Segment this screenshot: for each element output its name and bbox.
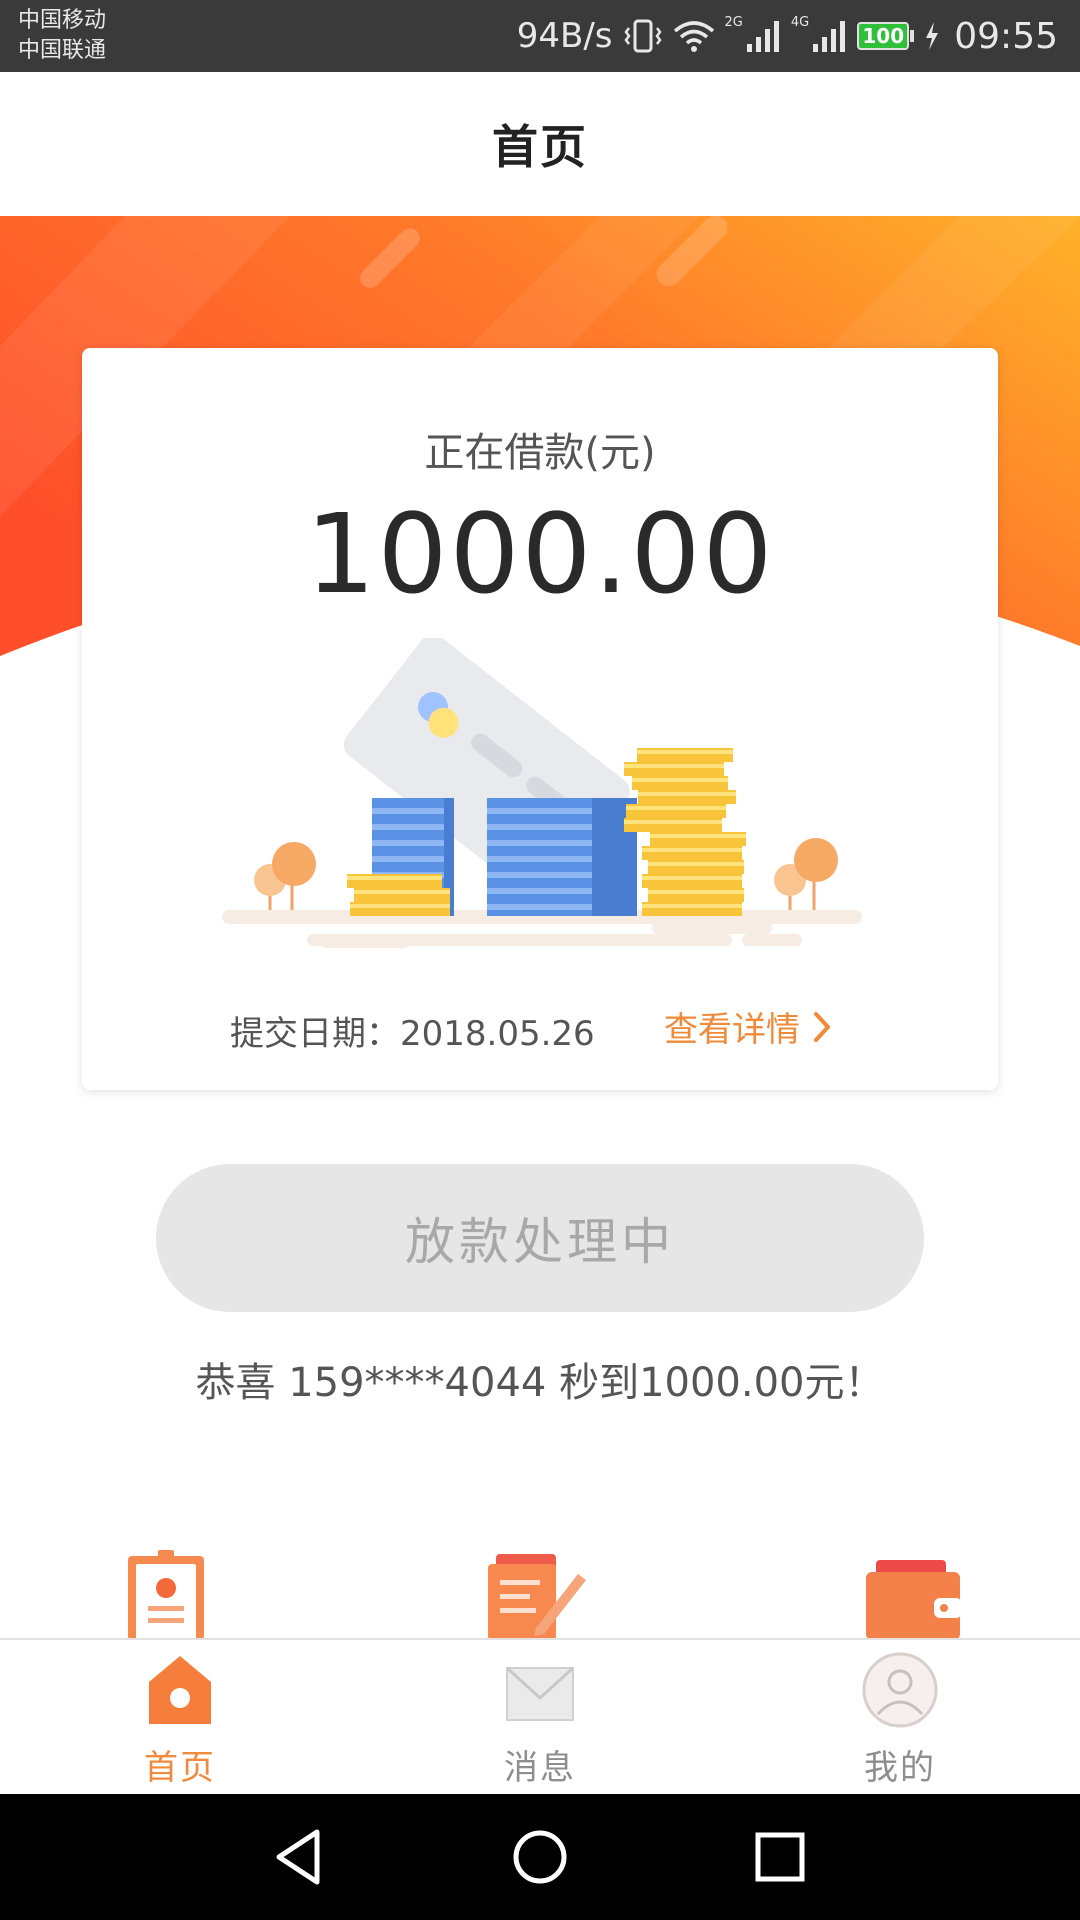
wallet-icon bbox=[866, 1560, 962, 1640]
view-details-link[interactable]: 查看详情 bbox=[664, 1002, 832, 1051]
back-icon[interactable] bbox=[265, 1824, 335, 1890]
nav-messages[interactable]: 消息 bbox=[440, 1640, 640, 1796]
bottom-nav: 首页 消息 我的 bbox=[0, 1638, 1080, 1794]
app-screen: 中国移动 中国联通 94B/s 2G 4G 100 09:55 首页 正在借款(… bbox=[0, 0, 1080, 1920]
carrier-1: 中国移动 bbox=[18, 8, 107, 33]
status-indicators: 94B/s 2G 4G 100 09:55 bbox=[517, 0, 1058, 72]
loan-card: 正在借款(元) 1000.00 提交日期：2018.05.26 查看详情 bbox=[82, 348, 998, 1090]
home-circle-icon[interactable] bbox=[505, 1824, 575, 1890]
status-bar: 中国移动 中国联通 94B/s 2G 4G 100 09:55 bbox=[0, 0, 1080, 72]
view-details-label: 查看详情 bbox=[664, 1010, 800, 1050]
id-card-icon bbox=[128, 1550, 204, 1640]
charging-icon bbox=[926, 22, 939, 50]
wifi-icon bbox=[673, 21, 714, 52]
page-title: 首页 bbox=[492, 120, 588, 174]
recents-icon[interactable] bbox=[745, 1824, 815, 1890]
loan-label: 正在借款(元) bbox=[424, 430, 656, 476]
carrier-names: 中国移动 中国联通 bbox=[18, 6, 106, 66]
mail-icon bbox=[505, 1666, 575, 1721]
loan-amount: 1000.00 bbox=[305, 490, 775, 618]
nav-profile[interactable]: 我的 bbox=[800, 1640, 1000, 1796]
nav-messages-label: 消息 bbox=[504, 1748, 576, 1788]
nav-home[interactable]: 首页 bbox=[80, 1640, 280, 1796]
user-icon bbox=[862, 1652, 938, 1728]
signal-icon-2 bbox=[813, 21, 846, 52]
vibrate-icon bbox=[623, 19, 662, 53]
submit-date: 提交日期：2018.05.26 bbox=[230, 1014, 595, 1054]
clock: 09:55 bbox=[954, 15, 1058, 57]
money-illustration bbox=[222, 638, 862, 948]
loan-status-button[interactable]: 放款处理中 bbox=[156, 1164, 924, 1312]
network-speed: 94B/s bbox=[516, 16, 613, 56]
chevron-right-icon bbox=[814, 1011, 830, 1042]
nav-profile-label: 我的 bbox=[864, 1748, 936, 1788]
battery-icon: 100 bbox=[857, 22, 915, 50]
network-2g-label: 2G bbox=[724, 14, 743, 30]
network-4g-label: 4G bbox=[790, 14, 810, 30]
system-nav-bar bbox=[0, 1794, 1080, 1920]
signal-icon bbox=[746, 21, 779, 52]
carrier-2: 中国联通 bbox=[18, 38, 107, 63]
congrats-notice: 恭喜 159****4044 秒到1000.00元！ bbox=[195, 1360, 885, 1406]
title-bar: 首页 bbox=[0, 72, 1080, 216]
battery-level: 100 bbox=[857, 22, 910, 50]
battery-tip bbox=[910, 30, 915, 42]
home-icon bbox=[149, 1656, 211, 1724]
nav-home-label: 首页 bbox=[144, 1748, 216, 1788]
form-edit-icon bbox=[488, 1554, 586, 1640]
